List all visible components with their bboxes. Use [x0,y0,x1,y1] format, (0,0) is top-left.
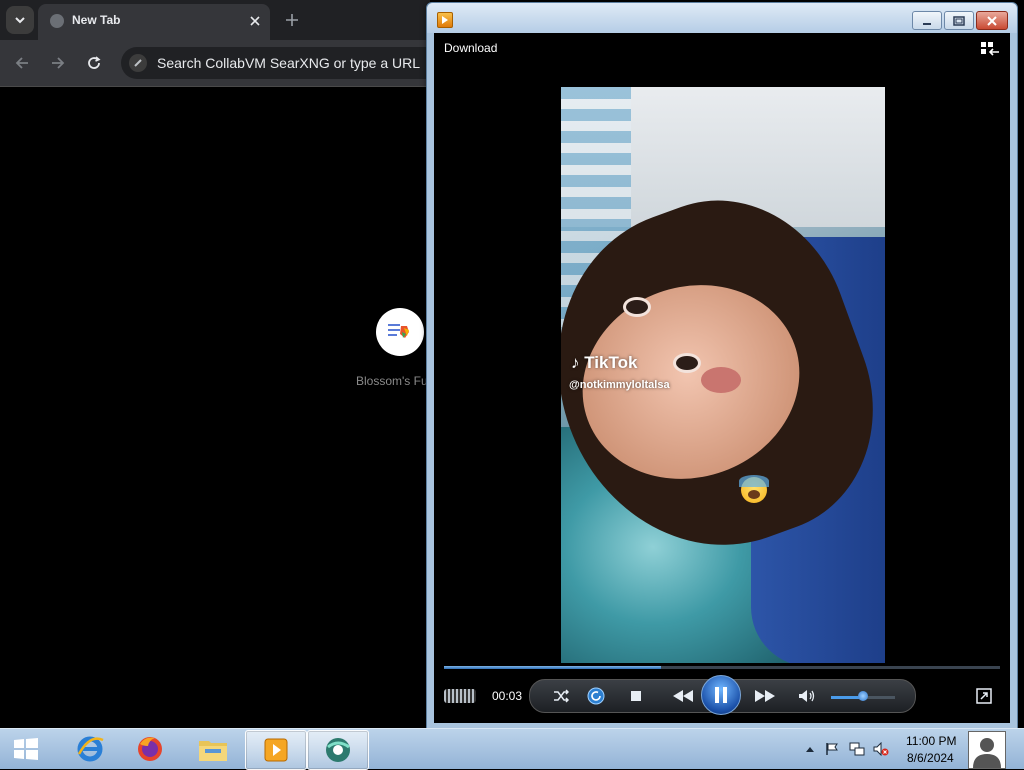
address-bar[interactable]: Search CollabVM SearXNG or type a URL [121,47,451,79]
layout-grip-icon[interactable] [444,689,476,703]
internet-explorer-icon [77,736,104,762]
close-icon [250,16,260,26]
volume-thumb[interactable] [858,691,868,701]
media-player-icon [437,12,453,28]
new-tab-button[interactable] [282,10,302,30]
maximize-button[interactable] [944,11,974,30]
elapsed-time: 00:03 [492,689,523,703]
taskbar-firefox[interactable] [120,730,180,768]
tab-new-tab[interactable]: New Tab [38,4,270,40]
user-avatar-icon [973,738,1001,768]
taskbar-media-player[interactable] [245,730,307,770]
media-player-icon [264,738,288,762]
reload-icon [88,56,101,69]
taskbar-internet-explorer[interactable] [60,730,120,768]
clock-time[interactable]: 11:00 PM [906,734,956,748]
stop-button[interactable] [626,685,646,707]
shortcut-tile[interactable] [376,308,424,356]
speaker-icon [799,690,815,702]
reload-button[interactable] [83,52,105,74]
tray-volume[interactable] [873,741,889,757]
rewind-button[interactable] [668,685,698,707]
address-placeholder: Search CollabVM SearXNG or type a URL [157,55,420,71]
taskbar: 11:00 PM 8/6/2024 [0,728,1024,770]
fast-forward-button[interactable] [750,685,780,707]
switch-to-library-icon[interactable] [980,41,1000,57]
site-favicon-icon [388,324,409,338]
taskbar-file-explorer[interactable] [183,730,243,768]
search-engine-icon [129,54,147,72]
seek-progress [444,666,661,669]
tray-action-center[interactable] [824,741,840,757]
pause-icon [715,687,727,703]
pause-button[interactable] [701,675,741,715]
taskbar-browser[interactable] [307,730,369,770]
mute-button[interactable] [796,685,818,707]
back-button[interactable] [11,52,33,74]
browser-icon [326,738,350,762]
video-area[interactable]: Download ♪ TikTok @notkimmyloltalsa 00:0… [434,33,1010,723]
close-tab-button[interactable] [246,12,264,30]
download-menu[interactable]: Download [444,41,497,55]
start-button[interactable] [10,735,42,763]
tiktok-watermark: ♪ TikTok [571,353,638,372]
watermark-handle: @notkimmyloltalsa [569,379,670,391]
tray-overflow-button[interactable] [802,741,818,757]
rewind-icon [673,690,693,702]
close-icon [987,15,997,26]
chevron-down-icon [15,17,25,24]
globe-icon [50,14,64,28]
firefox-icon [138,737,162,761]
forward-button[interactable] [47,52,69,74]
scream-emoji-icon [739,475,769,503]
media-player-window: Download ♪ TikTok @notkimmyloltalsa 00:0… [426,2,1018,730]
restore-icon [953,15,965,26]
stop-icon [631,691,641,701]
minimize-icon [923,22,931,25]
tab-strip: New Tab [0,0,430,40]
fullscreen-icon[interactable] [976,688,992,704]
clock-date[interactable]: 8/6/2024 [907,751,954,765]
user-account-tile[interactable] [968,731,1006,769]
tab-title: New Tab [72,13,121,27]
file-explorer-icon [199,741,227,761]
video-frame[interactable]: ♪ TikTok @notkimmyloltalsa [561,87,885,663]
plus-icon [286,14,298,26]
shortcut-label: Blossom's Fu [356,374,428,388]
shuffle-button[interactable] [550,685,572,707]
arrow-left-icon [15,57,28,69]
tiktok-logo-icon: ♪ [571,353,580,372]
repeat-button[interactable] [585,685,607,707]
tray-network[interactable] [849,741,865,757]
tab-search-button[interactable] [6,6,34,34]
flag-icon [826,743,838,755]
windows-logo-icon [14,738,38,760]
repeat-icon [587,687,605,705]
browser-toolbar: Search CollabVM SearXNG or type a URL [0,40,451,87]
browser-window: New Tab Search CollabVM SearXNG or type … [0,0,451,728]
fast-forward-icon [755,690,775,702]
speaker-muted-icon [873,742,889,756]
seek-bar[interactable] [444,666,1000,669]
shuffle-icon [554,689,569,703]
chevron-up-icon [806,747,814,752]
close-button[interactable] [976,11,1008,30]
title-bar[interactable] [427,3,1017,33]
arrow-right-icon [52,57,65,69]
minimize-button[interactable] [912,11,942,30]
network-icon [849,742,865,756]
